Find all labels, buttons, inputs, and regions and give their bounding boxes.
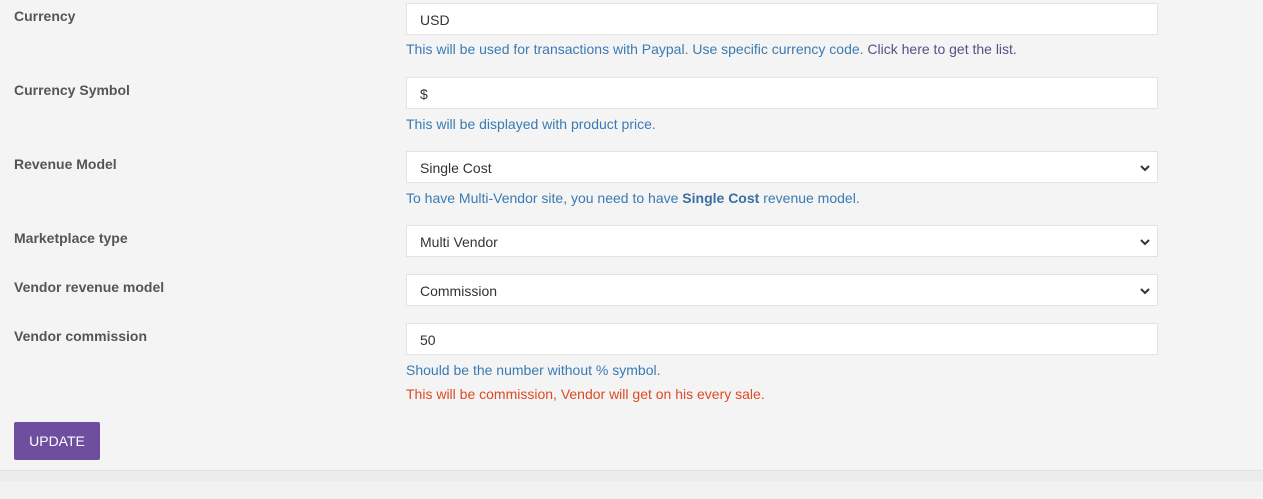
- chevron-down-icon: [1140, 288, 1150, 295]
- currency-label: Currency: [14, 8, 76, 24]
- vendor-revenue-model-label: Vendor revenue model: [14, 279, 165, 295]
- settings-panel: Currency USD This will be used for trans…: [0, 0, 1263, 471]
- vendor-commission-help: Should be the number without % symbol.: [406, 362, 661, 378]
- vendor-commission-label: Vendor commission: [14, 328, 148, 344]
- revenue-model-help-suffix: revenue model.: [763, 190, 860, 206]
- currency-symbol-label: Currency Symbol: [14, 82, 130, 98]
- chevron-down-icon: [1140, 239, 1150, 246]
- vendor-revenue-model-select[interactable]: Commission: [406, 274, 1158, 306]
- currency-symbol-help: This will be displayed with product pric…: [406, 116, 656, 132]
- currency-symbol-input[interactable]: $: [406, 77, 1158, 109]
- currency-input[interactable]: USD: [406, 3, 1158, 35]
- vendor-revenue-model-value: Commission: [420, 283, 498, 299]
- revenue-model-label: Revenue Model: [14, 156, 117, 172]
- marketplace-type-label: Marketplace type: [14, 230, 128, 246]
- footer-strip: [0, 481, 1263, 499]
- revenue-model-help-prefix: To have Multi-Vendor site, you need to h…: [406, 190, 679, 206]
- chevron-down-icon: [1140, 165, 1150, 172]
- currency-list-link[interactable]: Click here to get the list.: [867, 41, 1016, 57]
- update-button[interactable]: UPDATE: [14, 422, 100, 460]
- marketplace-type-select[interactable]: Multi Vendor: [406, 225, 1158, 257]
- vendor-commission-value: 50: [420, 332, 436, 348]
- currency-help: This will be used for transactions with …: [406, 41, 1017, 57]
- vendor-commission-input[interactable]: 50: [406, 323, 1158, 355]
- revenue-model-select[interactable]: Single Cost: [406, 151, 1158, 183]
- currency-help-text: This will be used for transactions with …: [406, 41, 864, 57]
- marketplace-type-value: Multi Vendor: [420, 234, 498, 250]
- revenue-model-help-bold: Single Cost: [682, 190, 760, 206]
- revenue-model-value: Single Cost: [420, 160, 492, 176]
- revenue-model-help: To have Multi-Vendor site, you need to h…: [406, 190, 860, 206]
- currency-symbol-value: $: [420, 86, 428, 102]
- vendor-commission-warning: This will be commission, Vendor will get…: [406, 386, 765, 402]
- currency-input-value: USD: [420, 12, 450, 28]
